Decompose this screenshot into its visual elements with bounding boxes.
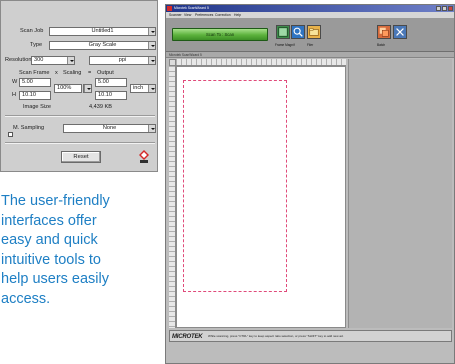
status-bar: MICROTEK While scanning, press "CTRL" ke… xyxy=(169,330,452,342)
filer-icon[interactable] xyxy=(307,25,321,39)
preview-canvas[interactable] xyxy=(176,66,346,328)
chevron-down-icon xyxy=(84,85,91,92)
reset-button[interactable]: Reset xyxy=(61,151,101,163)
unit-value: inch xyxy=(133,85,144,91)
frame-icon[interactable] xyxy=(276,25,290,39)
title-bar: Microtek ScanWizard 5 xyxy=(166,5,454,12)
multi-sampling-label: M. Sampling xyxy=(13,125,45,131)
batch-label: Batch xyxy=(377,43,386,47)
height-input[interactable]: 10.10 xyxy=(19,91,51,100)
maximize-icon[interactable] xyxy=(442,6,447,11)
preview-header: Microtek ScanWizard 5 xyxy=(166,52,454,58)
multi-sampling-select[interactable]: None xyxy=(63,124,156,133)
width-output-value: 5.00 xyxy=(98,79,109,85)
chevron-down-icon xyxy=(67,57,74,64)
multi-sampling-value: None xyxy=(102,125,117,131)
scan-settings-panel: Scan Job Untitled1 Type Gray Scale Resol… xyxy=(0,0,158,172)
microtek-app-icon xyxy=(167,6,172,11)
resolution-select[interactable]: 300 xyxy=(31,56,75,65)
width-label: W xyxy=(12,79,18,85)
minimize-icon[interactable] xyxy=(436,6,441,11)
chevron-down-icon xyxy=(148,57,155,64)
caption-line: help users easily xyxy=(1,271,109,287)
panel-divider xyxy=(5,142,155,144)
unit-select[interactable]: inch xyxy=(130,84,156,93)
microtek-logo-badge xyxy=(139,150,149,163)
scaling-value: 100% xyxy=(57,85,72,91)
panel-divider xyxy=(5,115,155,117)
chevron-down-icon xyxy=(148,125,155,132)
resolution-label: Resolution xyxy=(5,57,32,63)
scan-to-button[interactable]: Scan To : Scan xyxy=(172,28,268,41)
feature-caption: The user-friendly interfaces offer easy … xyxy=(1,192,161,309)
scan-job-value: Untitled1 xyxy=(91,28,114,34)
screenshot-root: Scan Job Untitled1 Type Gray Scale Resol… xyxy=(0,0,455,364)
scaling-select[interactable]: 100% xyxy=(54,84,82,93)
image-size-label: Image Size xyxy=(23,104,51,110)
width-input-value: 5.00 xyxy=(22,79,33,85)
preview-empty-area xyxy=(348,59,452,328)
scan-job-label: Scan Job xyxy=(20,28,44,34)
chevron-down-icon xyxy=(148,42,155,49)
magnifier-icon[interactable] xyxy=(291,25,305,39)
scan-job-select[interactable]: Untitled1 xyxy=(49,27,156,36)
frame-magnif-label: Frame Magnif xyxy=(275,43,295,47)
header-equals: = xyxy=(88,70,92,76)
caption-line: The user-friendly xyxy=(1,193,110,209)
caption-line: intuitive tools to xyxy=(1,251,101,268)
filer-label: Filer xyxy=(307,43,314,47)
preview-header-label: Microtek ScanWizard 5 xyxy=(169,53,202,57)
ruler-corner xyxy=(169,59,176,66)
scan-frame-header: Scan Frame xyxy=(19,70,50,76)
height-input-value: 10.10 xyxy=(22,92,36,98)
type-select[interactable]: Gray Scale xyxy=(49,41,156,50)
horizontal-ruler xyxy=(176,59,346,66)
width-output[interactable]: 5.00 xyxy=(95,78,127,87)
vertical-ruler xyxy=(169,66,176,328)
height-label: H xyxy=(12,92,17,98)
microtek-brand-logo: MICROTEK xyxy=(172,334,203,340)
chevron-down-icon xyxy=(148,85,155,92)
header-times: x xyxy=(55,70,58,76)
type-label: Type xyxy=(30,42,43,48)
multi-sampling-checkbox[interactable] xyxy=(8,132,13,137)
caption-line: interfaces offer xyxy=(1,212,97,229)
settings-icon[interactable] xyxy=(393,25,407,39)
batch-icon[interactable] xyxy=(377,25,391,39)
type-value: Gray Scale xyxy=(88,42,117,48)
height-output-value: 10.10 xyxy=(98,92,112,98)
close-icon[interactable] xyxy=(448,6,453,11)
resolution-value: 300 xyxy=(34,57,44,63)
image-size-value: 4,439 KB xyxy=(89,104,113,110)
height-output[interactable]: 10.10 xyxy=(95,91,127,100)
scaling-dropdown[interactable] xyxy=(83,84,92,93)
scanwizard-window: Microtek ScanWizard 5 Scanner View Prefe… xyxy=(165,4,455,364)
chevron-down-icon xyxy=(148,28,155,35)
toolbar: Scan To : Scan Frame Magnif Filer Batch xyxy=(166,18,454,52)
scan-frame-selection[interactable] xyxy=(183,80,287,292)
output-header: Output xyxy=(97,70,114,76)
scaling-header: Scaling xyxy=(63,70,82,76)
width-input[interactable]: 5.00 xyxy=(19,78,51,87)
caption-line: access. xyxy=(1,290,51,307)
window-title: Microtek ScanWizard 5 xyxy=(174,6,209,10)
status-message: While scanning, press "CTRL" key to keep… xyxy=(208,334,344,338)
resolution-unit-value: ppi xyxy=(118,57,127,63)
resolution-unit-select[interactable]: ppi xyxy=(89,56,156,65)
caption-line: easy and quick xyxy=(1,232,98,248)
